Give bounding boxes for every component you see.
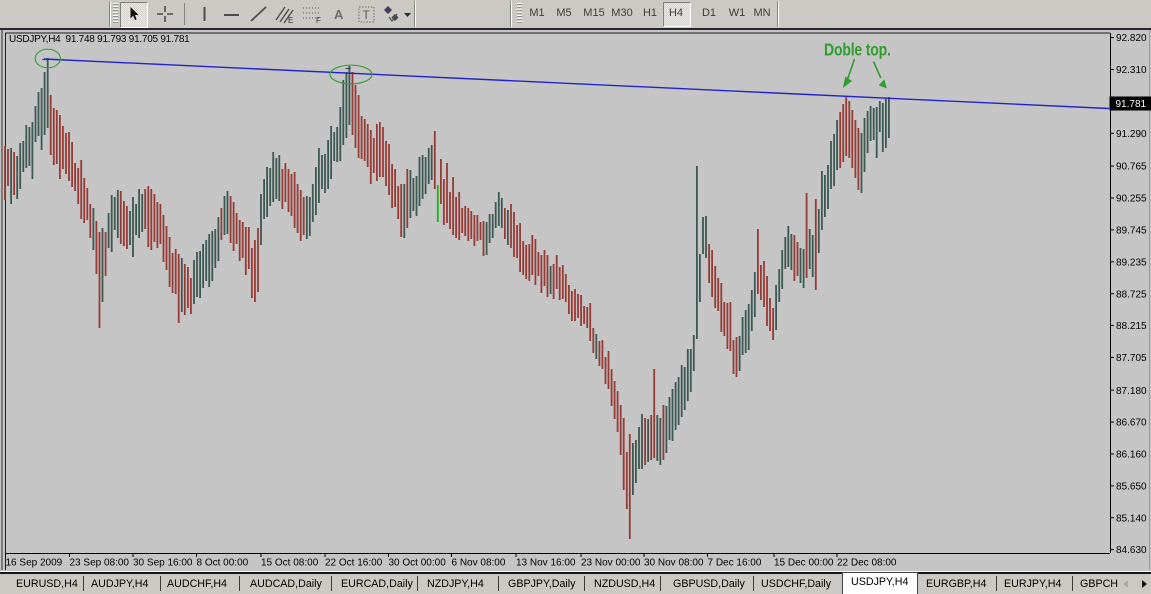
svg-text:Doble top.: Doble top. xyxy=(824,41,891,60)
svg-text:30 Sep 16:00: 30 Sep 16:00 xyxy=(133,558,193,569)
svg-text:86.160: 86.160 xyxy=(1116,450,1147,461)
svg-text:88.215: 88.215 xyxy=(1116,321,1147,332)
svg-text:6 Nov 08:00: 6 Nov 08:00 xyxy=(452,558,506,569)
svg-text:23 Sep 08:00: 23 Sep 08:00 xyxy=(70,558,130,569)
svg-text:85.140: 85.140 xyxy=(1116,513,1147,524)
svg-text:13 Nov 16:00: 13 Nov 16:00 xyxy=(516,558,576,569)
svg-text:89.235: 89.235 xyxy=(1116,257,1147,268)
svg-text:88.725: 88.725 xyxy=(1116,289,1147,300)
svg-text:7 Dec 16:00: 7 Dec 16:00 xyxy=(708,558,762,569)
svg-text:22 Oct 16:00: 22 Oct 16:00 xyxy=(325,558,383,569)
svg-text:USDJPY,H4 91.748 91.793 91.70: USDJPY,H4 91.748 91.793 91.705 91.781 xyxy=(9,34,190,45)
svg-text:16 Sep 2009: 16 Sep 2009 xyxy=(6,558,63,569)
svg-text:86.670: 86.670 xyxy=(1116,418,1147,429)
svg-text:84.630: 84.630 xyxy=(1116,545,1147,556)
svg-text:15 Dec 00:00: 15 Dec 00:00 xyxy=(774,558,834,569)
svg-text:89.745: 89.745 xyxy=(1116,226,1147,237)
svg-text:30 Oct 00:00: 30 Oct 00:00 xyxy=(389,558,447,569)
svg-text:91.290: 91.290 xyxy=(1116,129,1147,140)
svg-text:15 Oct 08:00: 15 Oct 08:00 xyxy=(261,558,319,569)
svg-text:87.180: 87.180 xyxy=(1116,386,1147,397)
svg-text:85.650: 85.650 xyxy=(1116,482,1147,493)
svg-text:90.765: 90.765 xyxy=(1116,162,1147,173)
svg-text:30 Nov 08:00: 30 Nov 08:00 xyxy=(644,558,704,569)
svg-text:22 Dec 08:00: 22 Dec 08:00 xyxy=(837,558,897,569)
svg-text:23 Nov 00:00: 23 Nov 00:00 xyxy=(581,558,641,569)
svg-text:90.255: 90.255 xyxy=(1116,194,1147,205)
svg-text:8 Oct 00:00: 8 Oct 00:00 xyxy=(197,558,249,569)
svg-text:92.310: 92.310 xyxy=(1116,65,1147,76)
svg-text:92.820: 92.820 xyxy=(1116,33,1147,44)
svg-text:91.781: 91.781 xyxy=(1116,99,1147,110)
svg-text:87.705: 87.705 xyxy=(1116,353,1147,364)
